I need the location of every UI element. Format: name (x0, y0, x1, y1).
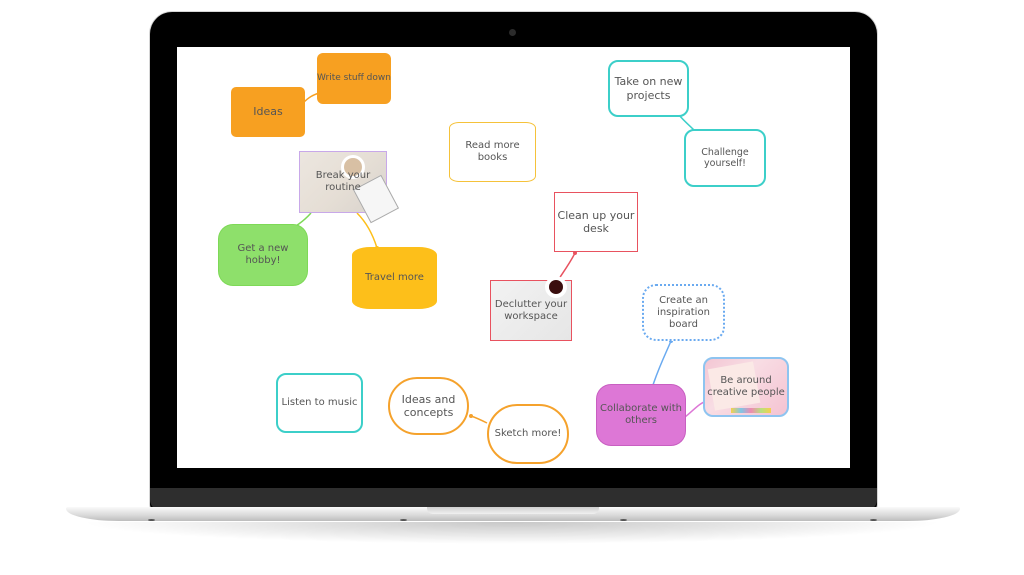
mindmap-canvas[interactable]: Ideas Write stuff down Break your routin… (177, 47, 850, 468)
node-travel-more[interactable]: Travel more (352, 247, 437, 309)
notebook-image (707, 361, 761, 411)
node-challenge-yourself[interactable]: Challenge yourself! (684, 129, 766, 187)
node-declutter-your-workspace[interactable]: Declutter your workspace (490, 280, 572, 341)
laptop-foot (400, 519, 407, 521)
color-swatches-image (731, 408, 771, 413)
node-clean-up-your-desk[interactable]: Clean up your desk (554, 192, 638, 252)
coffee-cup-image (344, 158, 362, 176)
node-read-more-books[interactable]: Read more books (449, 122, 536, 182)
node-sketch-more[interactable]: Sketch more! (487, 404, 569, 464)
connector-dot (469, 414, 473, 418)
coffee-cup-image (549, 280, 563, 294)
laptop-shadow (80, 522, 944, 544)
node-ideas-and-concepts[interactable]: Ideas and concepts (388, 377, 469, 435)
node-write-stuff-down[interactable]: Write stuff down (317, 53, 391, 104)
laptop-hinge-notch (427, 507, 599, 514)
connector-sketch-concepts (470, 415, 488, 424)
node-break-your-routine[interactable]: Break your routine (299, 151, 400, 224)
laptop-foot (620, 519, 627, 521)
node-collaborate-with-others[interactable]: Collaborate with others (599, 387, 683, 443)
node-create-an-inspiration-board[interactable]: Create an inspiration board (642, 284, 725, 341)
node-get-a-new-hobby[interactable]: Get a new hobby! (221, 227, 305, 283)
laptop-foot (148, 519, 155, 521)
node-listen-to-music[interactable]: Listen to music (276, 373, 363, 433)
connector-collab-inspiration (652, 340, 672, 386)
node-take-on-new-projects[interactable]: Take on new projects (608, 60, 689, 117)
node-ideas[interactable]: Ideas (231, 87, 305, 137)
node-be-around-creative-people[interactable]: Be around creative people (703, 357, 789, 417)
laptop-foot (870, 519, 877, 521)
camera-icon (509, 29, 516, 36)
